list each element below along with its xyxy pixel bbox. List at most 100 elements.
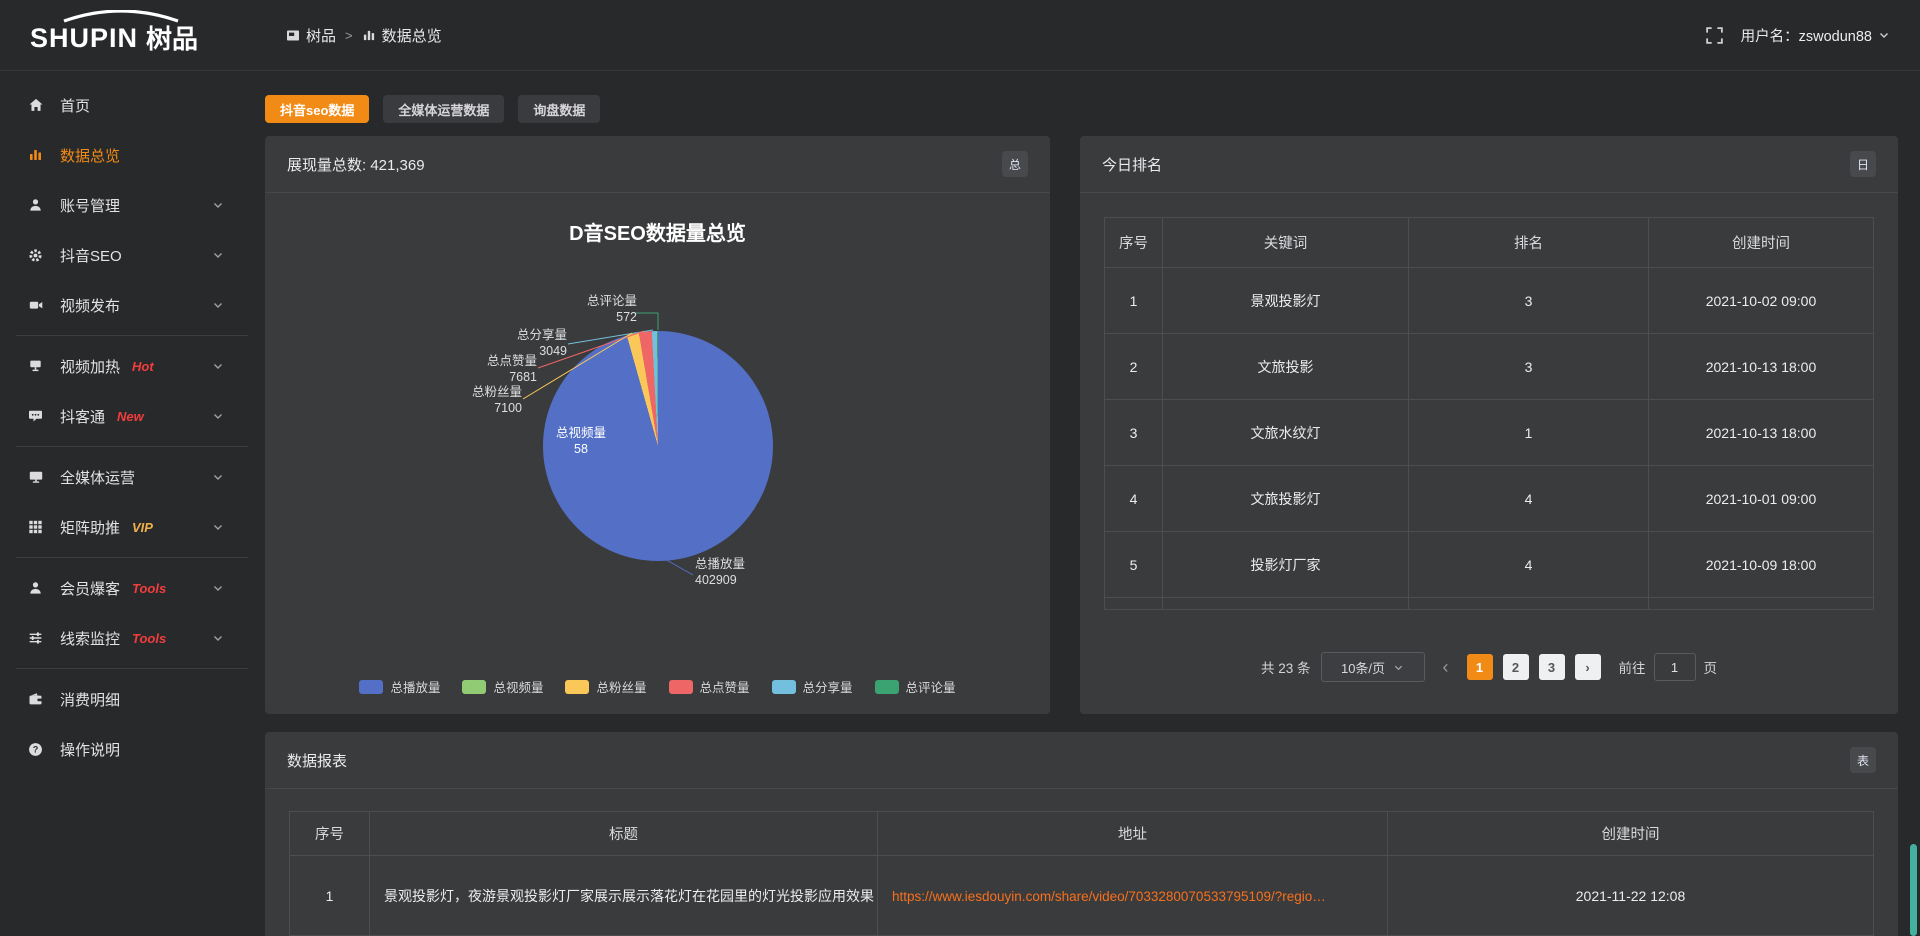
- column-header-created: 创建时间: [1388, 812, 1874, 856]
- video-title-cell: 景观投影灯，夜游景观投影灯厂家展示展示落花灯在花园里的灯光投影应用效果 #: [370, 856, 878, 936]
- legend-item-comments[interactable]: 总评论量: [875, 677, 956, 696]
- column-header-keyword: 关键词: [1163, 218, 1409, 268]
- user-icon: [28, 581, 46, 595]
- table-row: 5投影灯厂家42021-10-09 18:00: [1105, 532, 1874, 598]
- table-row: 1景观投影灯32021-10-02 09:00: [1105, 268, 1874, 334]
- bar-chart-icon: [362, 29, 376, 42]
- pie-label-fans: 总粉丝量7100: [472, 384, 522, 416]
- data-tabs: 抖音seo数据 全媒体运营数据 询盘数据: [265, 95, 1898, 123]
- vertical-scrollbar-thumb[interactable]: [1910, 844, 1917, 936]
- chart-legend: 总播放量 总视频量 总粉丝量 总点赞量 总分享量 总评论量: [265, 677, 1050, 696]
- sidebar-divider: [16, 335, 248, 336]
- pie-label-comments: 总评论量572: [587, 293, 637, 325]
- breadcrumb-separator: >: [345, 28, 353, 43]
- legend-item-plays[interactable]: 总播放量: [359, 677, 440, 696]
- sidebar-item-member-baoke[interactable]: 会员爆客 Tools: [0, 563, 250, 613]
- pie-chart: D音SEO数据量总览 总评论量572 总分享量3049: [265, 193, 1050, 714]
- sidebar-item-video-heat[interactable]: 视频加热 Hot: [0, 341, 250, 391]
- tab-inquiry-data[interactable]: 询盘数据: [518, 95, 600, 123]
- goto-label: 前往: [1619, 657, 1646, 677]
- logo-text-en: SHUPIN: [30, 23, 138, 53]
- tools-badge: Tools: [132, 631, 166, 646]
- fullscreen-icon[interactable]: [1706, 27, 1723, 44]
- table-row: 1 景观投影灯，夜游景观投影灯厂家展示展示落花灯在花园里的灯光投影应用效果 # …: [290, 856, 1874, 936]
- gear-icon: [28, 248, 46, 262]
- pie-label-likes: 总点赞量7681: [487, 353, 537, 385]
- sidebar-divider: [16, 668, 248, 669]
- table-row: 4文旅投影灯42021-10-01 09:00: [1105, 466, 1874, 532]
- seo-chart-panel: 展现量总数: 421,369 总 D音SEO数据量总览 总评论量572: [265, 136, 1050, 714]
- monitor-icon: [28, 470, 46, 484]
- goto-page-input[interactable]: [1654, 653, 1696, 681]
- sidebar-item-media-operation[interactable]: 全媒体运营: [0, 452, 250, 502]
- chevron-down-icon: [1393, 662, 1404, 673]
- chart-title: D音SEO数据量总览: [265, 217, 1050, 246]
- report-panel-title: 数据报表: [287, 750, 347, 771]
- sidebar-item-clue-monitor[interactable]: 线索监控 Tools: [0, 613, 250, 663]
- legend-item-videos[interactable]: 总视频量: [462, 677, 543, 696]
- main-content: 抖音seo数据 全媒体运营数据 询盘数据 展现量总数: 421,369 总 D音…: [250, 71, 1920, 936]
- legend-item-shares[interactable]: 总分享量: [772, 677, 853, 696]
- table-row: 3文旅水纹灯12021-10-13 18:00: [1105, 400, 1874, 466]
- page-button-2[interactable]: 2: [1503, 654, 1529, 680]
- tools-badge: Tools: [132, 581, 166, 596]
- column-header-title: 标题: [370, 812, 878, 856]
- username-label: 用户名：zswodun88: [1741, 25, 1872, 46]
- prev-page-button[interactable]: ‹: [1435, 657, 1457, 678]
- breadcrumb-root[interactable]: 树品: [286, 25, 336, 46]
- svg-text:?: ?: [33, 744, 39, 754]
- sidebar-item-video-publish[interactable]: 视频发布: [0, 280, 250, 330]
- topbar-right: 用户名：zswodun88: [1706, 25, 1920, 46]
- column-header-created: 创建时间: [1649, 218, 1874, 268]
- sidebar-item-matrix-boost[interactable]: 矩阵助推 VIP: [0, 502, 250, 552]
- sidebar-divider: [16, 446, 248, 447]
- column-header-rank: 排名: [1409, 218, 1649, 268]
- breadcrumb: 树品 > 数据总览: [286, 25, 442, 46]
- pagination: 共 23 条 10条/页 ‹ 1 2 3 › 前往 页: [1104, 652, 1874, 682]
- chevron-down-icon: [212, 471, 224, 483]
- ranking-panel-title: 今日排名: [1102, 154, 1162, 175]
- day-badge-button[interactable]: 日: [1850, 151, 1876, 177]
- sidebar-item-home[interactable]: 首页: [0, 80, 250, 130]
- sidebar-item-douyin-seo[interactable]: 抖音SEO: [0, 230, 250, 280]
- sidebar-divider: [16, 557, 248, 558]
- today-ranking-panel: 今日排名 日 序号 关键词 排名 创建时间: [1080, 136, 1898, 714]
- next-page-button[interactable]: ›: [1575, 654, 1601, 680]
- sidebar-item-consumption-detail[interactable]: 消费明细: [0, 674, 250, 724]
- sidebar: 首页 数据总览 账号管理 抖音SEO 视频发布 视频加热 Hot: [0, 71, 250, 936]
- tab-douyin-seo-data[interactable]: 抖音seo数据: [265, 95, 369, 123]
- user-icon: [28, 198, 46, 212]
- table-badge-button[interactable]: 表: [1850, 747, 1876, 773]
- column-header-index: 序号: [1105, 218, 1163, 268]
- app-logo[interactable]: SHUPIN 树品: [0, 10, 250, 61]
- chevron-down-icon: [212, 632, 224, 644]
- page-button-3[interactable]: 3: [1539, 654, 1565, 680]
- sidebar-item-operation-guide[interactable]: ? 操作说明: [0, 724, 250, 774]
- page-button-1[interactable]: 1: [1467, 654, 1493, 680]
- logo-text-cn: 树品: [146, 24, 198, 54]
- page-size-select[interactable]: 10条/页: [1321, 652, 1425, 682]
- table-header-row: 序号 标题 地址 创建时间: [290, 812, 1874, 856]
- chevron-down-icon: [1878, 29, 1890, 41]
- hot-badge: Hot: [132, 359, 154, 374]
- video-url-link[interactable]: https://www.iesdouyin.com/share/video/70…: [892, 889, 1326, 904]
- pie-label-videos: 总视频量58: [531, 425, 631, 457]
- report-table: 序号 标题 地址 创建时间 1 景观投影灯，夜游景观投影灯厂家展示展示落花灯在花…: [289, 811, 1874, 936]
- column-header-url: 地址: [878, 812, 1388, 856]
- home-icon: [28, 98, 46, 112]
- sidebar-item-account[interactable]: 账号管理: [0, 180, 250, 230]
- legend-item-likes[interactable]: 总点赞量: [669, 677, 750, 696]
- wallet-icon: [28, 692, 46, 706]
- new-badge: New: [117, 409, 144, 424]
- total-badge-button[interactable]: 总: [1002, 151, 1028, 177]
- topbar: SHUPIN 树品 树品 > 数据总览 用户名：zswodun88: [0, 0, 1920, 71]
- legend-item-fans[interactable]: 总粉丝量: [565, 677, 646, 696]
- grid-icon: [28, 520, 46, 534]
- sidebar-item-doukertong[interactable]: 抖客通 New: [0, 391, 250, 441]
- sidebar-item-data-overview[interactable]: 数据总览: [0, 130, 250, 180]
- column-header-index: 序号: [290, 812, 370, 856]
- user-menu[interactable]: 用户名：zswodun88: [1741, 25, 1890, 46]
- tab-media-operation-data[interactable]: 全媒体运营数据: [383, 95, 504, 123]
- impressions-total-label: 展现量总数: 421,369: [287, 154, 425, 175]
- chevron-down-icon: [212, 199, 224, 211]
